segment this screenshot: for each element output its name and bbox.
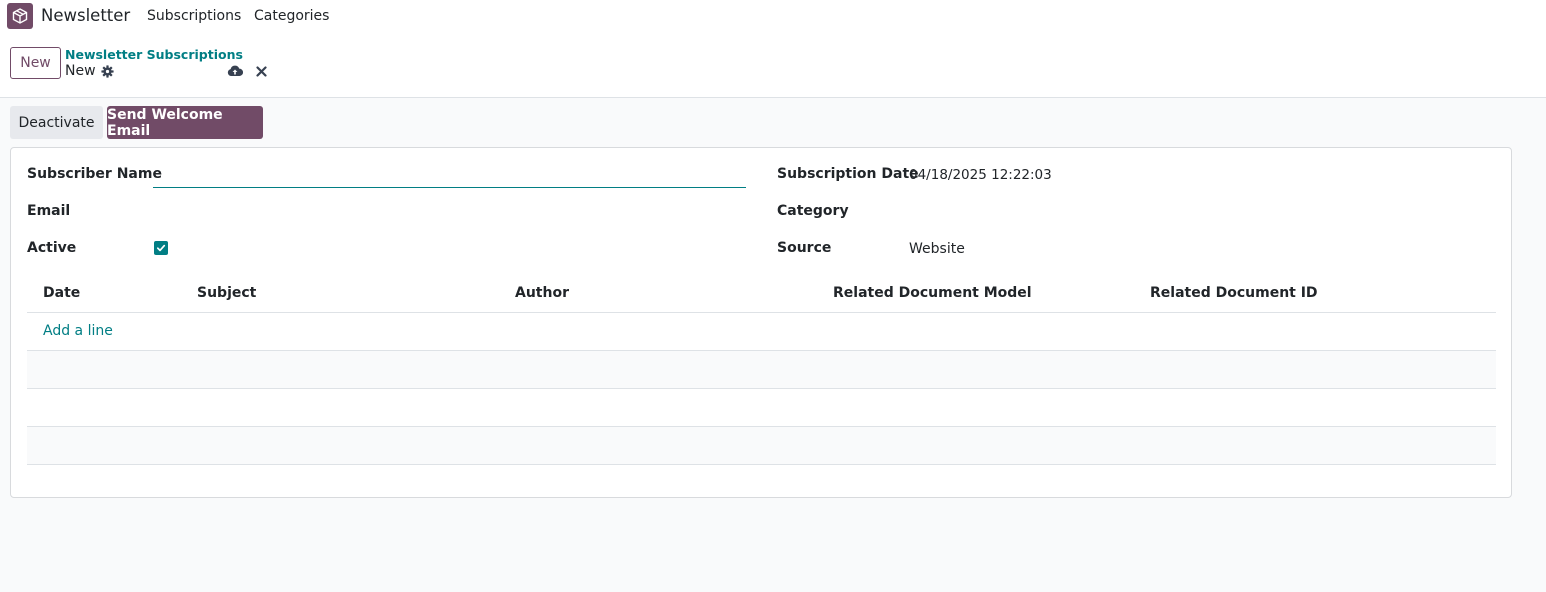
- app-name[interactable]: Newsletter: [41, 6, 130, 25]
- subscriber-name-input[interactable]: [153, 164, 746, 188]
- breadcrumb-parent[interactable]: Newsletter Subscriptions: [65, 47, 243, 62]
- gear-icon[interactable]: [100, 64, 114, 78]
- column-header-related-document-id[interactable]: Related Document ID: [1150, 285, 1318, 301]
- subscription-date-label: Subscription Date: [777, 166, 919, 182]
- close-icon[interactable]: [253, 63, 269, 79]
- top-navbar: Newsletter Subscriptions Categories: [0, 0, 1546, 33]
- active-label: Active: [27, 240, 77, 256]
- source-label: Source: [777, 240, 832, 256]
- menu-item-categories[interactable]: Categories: [254, 8, 329, 24]
- menu-item-subscriptions[interactable]: Subscriptions: [147, 8, 241, 24]
- table-row: [27, 351, 1496, 389]
- breadcrumb-current: New: [65, 63, 114, 79]
- active-checkbox[interactable]: [154, 241, 168, 255]
- deactivate-button[interactable]: Deactivate: [10, 106, 103, 139]
- table-row: [27, 389, 1496, 427]
- table-row: [27, 427, 1496, 465]
- category-label: Category: [777, 203, 849, 219]
- email-label: Email: [27, 203, 71, 219]
- lines-table: Date Subject Author Related Document Mod…: [27, 274, 1496, 465]
- box-icon[interactable]: [7, 3, 33, 29]
- subscriber-name-label: Subscriber Name: [27, 166, 162, 182]
- form-sheet: Subscriber Name Email Active Subscriptio…: [10, 147, 1512, 498]
- cloud-upload-icon[interactable]: [227, 63, 243, 79]
- new-button[interactable]: New: [10, 47, 61, 79]
- subscription-date-value[interactable]: 04/18/2025 12:22:03: [909, 167, 1052, 183]
- column-header-date[interactable]: Date: [43, 285, 80, 301]
- column-header-related-document-model[interactable]: Related Document Model: [833, 285, 1032, 301]
- control-panel: New Newsletter Subscriptions New: [0, 33, 1546, 98]
- column-header-subject[interactable]: Subject: [197, 285, 256, 301]
- send-welcome-email-button[interactable]: Send Welcome Email: [107, 106, 263, 139]
- breadcrumb-current-label: New: [65, 63, 96, 79]
- table-row: Add a line: [27, 313, 1496, 351]
- add-a-line-link[interactable]: Add a line: [43, 323, 113, 339]
- source-value: Website: [909, 241, 965, 257]
- column-header-author[interactable]: Author: [515, 285, 569, 301]
- table-header: Date Subject Author Related Document Mod…: [27, 274, 1496, 313]
